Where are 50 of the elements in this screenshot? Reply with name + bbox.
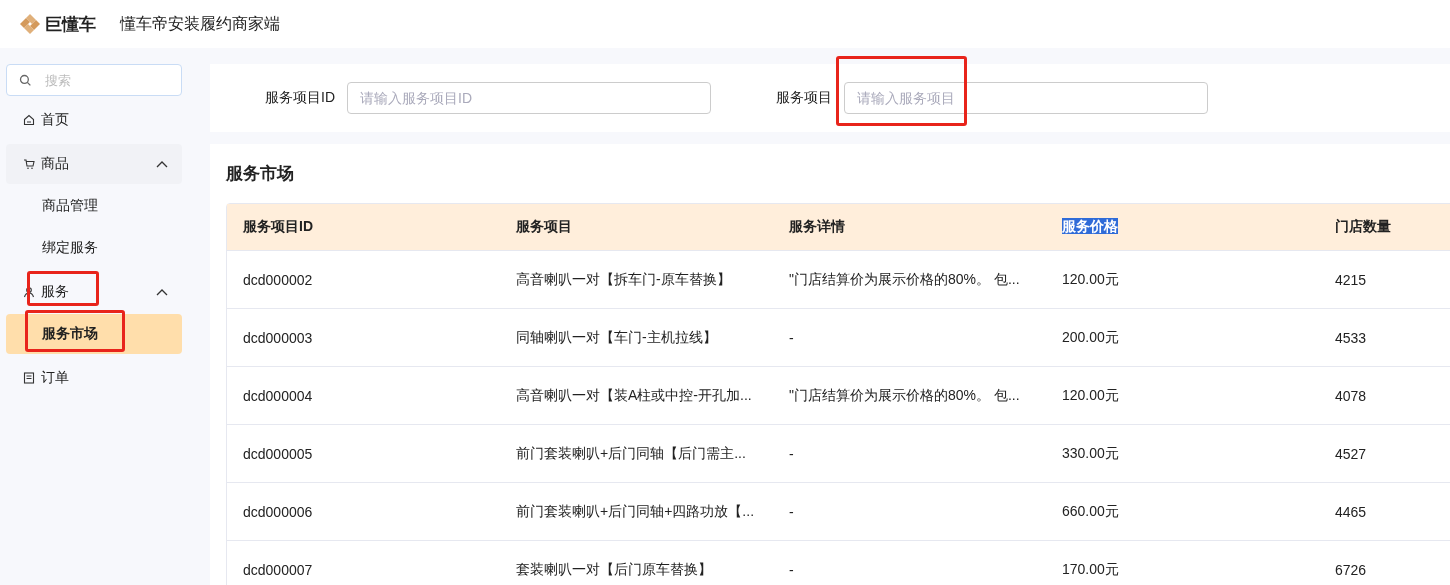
column-header: 服务项目ID [243,218,313,234]
table-cell: 同轴喇叭一对【车门-主机拉线】 [516,328,717,345]
table-cell: 前门套装喇叭+后门同轴【后门需主... [516,444,746,461]
column-header: 服务项目 [516,218,572,234]
column-header: 服务价格 [1062,218,1118,234]
table-cell: 4527 [1335,445,1367,462]
search-field[interactable]: 搜索 [6,64,182,96]
table-cell: 4215 [1335,271,1367,288]
table-cell: 330.00元 [1062,444,1119,461]
table-cell: "门店结算价为展示价格的80%。 包... [789,386,1020,403]
column-header: 服务详情 [789,218,845,234]
logo-text: 巨懂车 [45,13,96,36]
input-field[interactable]: 请输入服务项目 [844,82,1208,114]
table-cell: 4465 [1335,503,1367,520]
column-header: 门店数量 [1335,218,1391,234]
app-title: 懂车帝安装履约商家端 [120,13,280,34]
section-title: 服务市场 [226,163,295,185]
table-cell: dcd000002 [243,271,313,288]
table-cell: 高音喇叭一对【装A柱或中控-开孔加... [516,386,752,403]
table-cell: 660.00元 [1062,502,1119,519]
table-cell: 120.00元 [1062,386,1119,403]
input-field[interactable]: 请输入服务项目ID [347,82,711,114]
submenu-item[interactable]: 商品管理 [6,186,182,226]
table-cell: dcd000003 [243,329,313,346]
table-cell: 套装喇叭一对【后门原车替换】 [516,560,712,577]
table-cell: "门店结算价为展示价格的80%。 包... [789,270,1020,287]
table-cell: - [789,445,794,462]
table-cell: 6726 [1335,561,1367,578]
table-cell: 200.00元 [1062,328,1119,345]
submenu-item[interactable]: 服务市场 [6,314,182,354]
table-cell: 4533 [1335,329,1367,346]
field-label: 服务项目ID [265,89,335,107]
table-cell: - [789,329,794,346]
table-cell: - [789,503,794,520]
menu-item[interactable]: 服务 [6,272,182,312]
table-cell: 前门套装喇叭+后门同轴+四路功放【... [516,502,755,519]
table-cell: 高音喇叭一对【拆车门-原车替换】 [516,270,731,287]
table-cell: 120.00元 [1062,270,1119,287]
menu-item[interactable]: 商品 [6,144,182,184]
table-cell: dcd000007 [243,561,313,578]
table-cell: 4078 [1335,387,1367,404]
field-label: 服务项目 [776,89,832,107]
submenu-item[interactable]: 绑定服务 [6,228,182,268]
menu-item[interactable]: 首页 [6,100,182,140]
table-cell: - [789,561,794,578]
table-cell: dcd000004 [243,387,313,404]
table-cell: dcd000005 [243,445,313,462]
table-cell: dcd000006 [243,503,313,520]
table-cell: 170.00元 [1062,560,1119,577]
menu-item[interactable]: 订单 [6,358,182,398]
